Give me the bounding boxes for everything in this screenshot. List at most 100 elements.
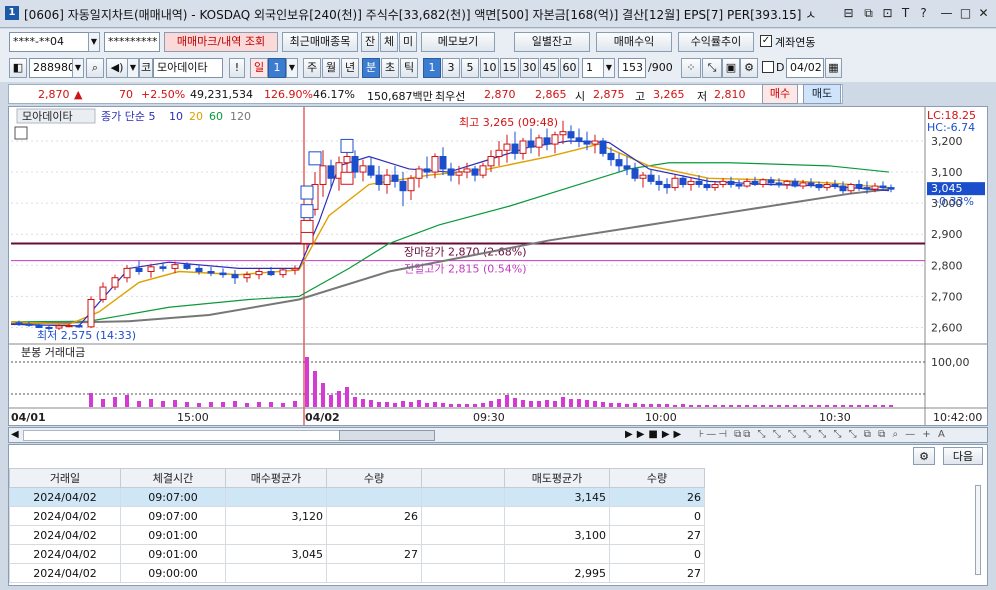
date-input[interactable]: 04/02 [786,58,824,78]
account-dropdown-icon[interactable]: ▼ [88,32,100,52]
volume-bar [545,400,549,407]
window-font-icon[interactable]: T [898,6,913,21]
candle-body [159,266,167,269]
cell-buy-avg: 3,120 [225,506,327,526]
alert-button[interactable]: ! [229,58,245,78]
volume-bar [593,401,597,407]
second-button[interactable]: 초 [381,58,399,78]
profit-trend-button[interactable]: 수익률추이 [678,32,754,52]
table-row[interactable]: 2024/04/02 09:07:00 3,120 26 0 [9,506,705,526]
volume-bar [457,404,461,407]
playback-controls[interactable]: ▶▶■▶▶ [625,429,685,440]
table-scrollbar[interactable] [975,485,981,575]
legend-stock-name: 모아데이타 [22,110,73,123]
table-row[interactable]: 2024/04/02 09:01:00 3,045 27 0 [9,544,705,564]
volume-bar [641,404,645,407]
memo-button[interactable]: 메모보기 [421,32,495,52]
daily-count-button[interactable]: 1 [268,58,286,78]
interval-30-button[interactable]: 30 [520,58,539,78]
scroll-left-icon[interactable]: ◀ [11,429,19,440]
buy-button[interactable]: 매수 [762,84,798,104]
interval-60-button[interactable]: 60 [560,58,579,78]
interval-15-button[interactable]: 15 [500,58,519,78]
candle-body [343,156,351,164]
candle-body [679,177,687,185]
open-price: 2,875 [593,88,625,101]
window-link-icon[interactable]: ⧉ [861,6,876,21]
interval-1-button[interactable]: 1 [423,58,441,78]
date-checkbox[interactable] [762,61,774,73]
window-layout-icon[interactable]: ⊡ [880,6,895,21]
volume-bar [665,404,669,407]
minute-button[interactable]: 분 [362,58,380,78]
candle-body [791,180,799,187]
maximize-icon[interactable]: □ [958,6,973,21]
current-price: 2,870 [38,88,70,101]
cell-date: 2024/04/02 [9,487,121,507]
chart-panel[interactable]: 3,200 3,100 3,000 2,900 2,800 2,700 2,600 모아데이타… [8,106,988,426]
x-tick-label: 15:00 [177,411,209,424]
cell-sell-avg [504,506,610,526]
candlestick-chart[interactable]: 3,2003,1003,0002,9002,8002,7002,600모아데이타… [9,107,987,425]
filled-button[interactable]: 체 [380,32,398,52]
recent-trade-button[interactable]: 최근매매종목 [282,32,358,52]
window-split-icon[interactable]: ⊟ [841,6,856,21]
interval-count-dropdown-icon[interactable]: ▼ [603,58,615,78]
candle-body [55,325,63,329]
gear-icon[interactable]: ⚙ [740,58,758,78]
next-page-button[interactable]: 다음 [943,447,983,465]
table-row[interactable]: 2024/04/02 09:00:00 2,995 27 [9,563,705,583]
range-input[interactable]: 153 [618,58,646,78]
table-row[interactable]: 2024/04/02 09:01:00 3,100 27 [9,525,705,545]
volume-bar [809,405,813,407]
candle-body [807,182,815,185]
crosshair-icon[interactable]: ⤡ [702,58,722,78]
interval-3-button[interactable]: 3 [442,58,460,78]
calendar-icon[interactable]: ▦ [825,58,842,78]
candle-body [759,179,767,185]
tick-button[interactable]: 틱 [400,58,418,78]
speaker-dropdown-icon[interactable]: ▼ [127,58,139,78]
yearly-button[interactable]: 년 [341,58,359,78]
account-input[interactable]: ****-**04 [9,32,89,52]
volume-bar [173,400,177,407]
candle-body [655,180,663,185]
volume-bar [553,401,557,407]
save-icon[interactable]: ▣ [722,58,740,78]
tool-icon[interactable]: ⁘ [681,58,701,78]
unfilled-button[interactable]: 미 [399,32,417,52]
daily-period-button[interactable]: 일 [250,58,268,78]
settings-gear-icon[interactable]: ⚙ [913,447,935,465]
close-icon[interactable]: ✕ [976,6,991,21]
trade-mark-query-button[interactable]: 매매마크/내역 조회 [164,32,278,52]
account-link-checkbox[interactable]: ✓ [760,35,772,47]
sell-button[interactable]: 매도 [803,84,841,104]
daily-balance-button[interactable]: 일별잔고 [514,32,590,52]
search-icon[interactable]: ⌕ [86,58,104,78]
interval-45-button[interactable]: 45 [540,58,559,78]
scroll-thumb[interactable] [339,430,435,441]
trade-profit-button[interactable]: 매매수익 [596,32,672,52]
volume-bar [713,405,717,407]
volume-bar [209,402,213,407]
stock-code-input[interactable]: 288980 [29,58,73,78]
candle-body [455,171,463,176]
volume-bar [409,402,413,407]
minimize-icon[interactable]: — [939,6,954,21]
monthly-button[interactable]: 월 [322,58,340,78]
speaker-icon[interactable]: ◀) [106,58,128,78]
balance-button[interactable]: 잔 [361,32,379,52]
password-input[interactable]: ********* [104,32,160,52]
weekly-button[interactable]: 주 [303,58,321,78]
interval-5-button[interactable]: 5 [461,58,479,78]
interval-10-button[interactable]: 10 [480,58,499,78]
help-icon[interactable]: ? [916,6,931,21]
candle-body [15,322,23,325]
daily-count-dropdown-icon[interactable]: ▼ [286,58,298,78]
stock-search-icon[interactable]: ◧ [9,58,27,78]
drawing-tools[interactable]: ⊦—⊣ ⧉⧉ ⤡ ⤡ ⤡ ⤡ ⤡ ⤡ ⤡ ⧉ ⧉ ⌕ — + A [699,429,947,440]
stock-code-dropdown-icon[interactable]: ▼ [72,58,84,78]
table-row[interactable]: 2024/04/02 09:07:00 3,145 26 [9,487,705,507]
interval-count-input[interactable]: 1 [582,58,604,78]
candle-body [439,156,447,170]
